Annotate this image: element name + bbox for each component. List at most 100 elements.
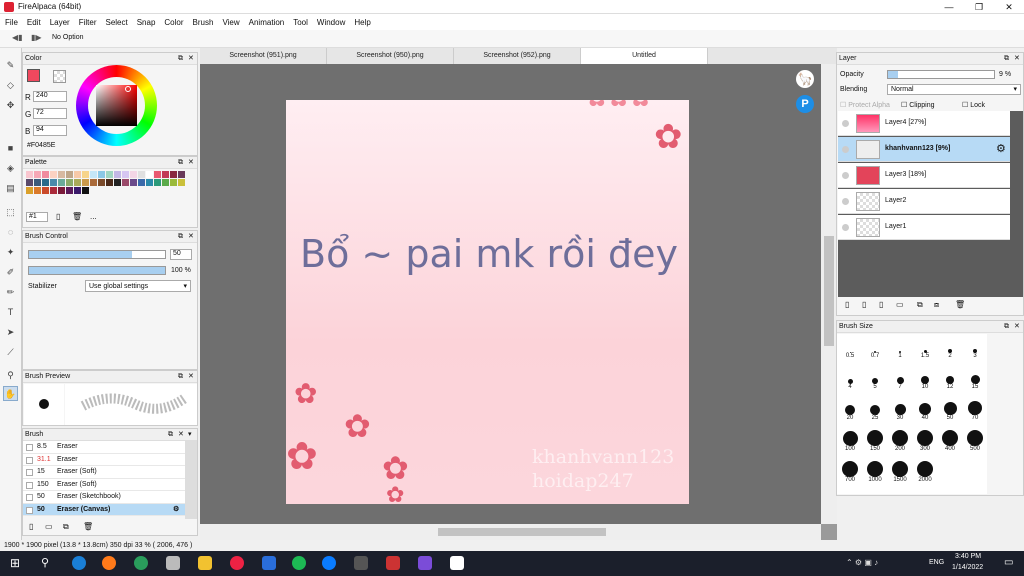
palette-swatch[interactable] [106, 171, 113, 178]
palette-swatch[interactable] [98, 171, 105, 178]
r-input[interactable]: 240 [33, 91, 67, 102]
layer-opacity-slider[interactable] [887, 70, 995, 79]
palette-swatch[interactable] [50, 179, 57, 186]
dropper-tool-icon[interactable]: ⚲ [3, 368, 18, 383]
chrome-icon[interactable] [230, 556, 244, 570]
brush-size-option[interactable]: 5 [863, 368, 887, 390]
brush-size-option[interactable]: 400 [938, 430, 962, 452]
palette-swatch[interactable] [82, 179, 89, 186]
delete-palette-icon[interactable]: 🗑 [72, 212, 82, 221]
brush-size-option[interactable]: 2000 [913, 461, 937, 483]
visibility-icon[interactable] [842, 120, 849, 127]
layer-row[interactable]: Layer4 [27%] [838, 111, 1010, 136]
palette-swatch[interactable] [130, 179, 137, 186]
app-icon[interactable] [418, 556, 432, 570]
gradient-tool-icon[interactable]: ▤ [3, 181, 18, 196]
folder-icon[interactable]: ▭ [896, 300, 904, 309]
palette-swatch[interactable] [114, 171, 121, 178]
panel-pin-icon[interactable]: ⧉ [178, 53, 183, 65]
search-icon[interactable]: ⚲ [38, 556, 52, 570]
brush-opacity-slider[interactable] [28, 266, 166, 275]
panel-close-icon[interactable]: ✕ [188, 371, 194, 383]
palette-swatch[interactable] [154, 171, 161, 178]
visibility-icon[interactable] [842, 224, 849, 231]
palette-swatch[interactable] [122, 179, 129, 186]
b-input[interactable]: 94 [33, 125, 67, 136]
palette-swatch[interactable] [98, 179, 105, 186]
layer-row[interactable]: Layer1 [838, 215, 1010, 240]
eyedropper-tool-icon[interactable]: ⟋ [3, 345, 18, 360]
menu-view[interactable]: View [222, 18, 239, 27]
layer-row[interactable]: Layer2 [838, 189, 1010, 214]
pen-tool-icon[interactable]: ✎ [3, 58, 18, 73]
prev-frame-icon[interactable]: ◀▮ [12, 33, 23, 42]
operation-tool-icon[interactable]: ➤ [3, 325, 18, 340]
palette-swatch[interactable] [138, 171, 145, 178]
saturation-square[interactable] [96, 85, 137, 126]
palette-swatch[interactable] [74, 171, 81, 178]
zalo-icon[interactable] [322, 556, 336, 570]
select-eraser-tool-icon[interactable]: ✏ [3, 285, 18, 300]
palette-swatch[interactable] [162, 179, 169, 186]
brush-size-option[interactable]: 0.7 [863, 337, 887, 359]
alpaca-mascot-icon[interactable]: 🦙 [796, 70, 814, 88]
palette-swatch[interactable] [82, 187, 89, 194]
minimize-button[interactable]: — [934, 0, 964, 14]
duplicate-layer-icon[interactable]: ⧉ [917, 300, 923, 310]
brush-size-option[interactable]: 70 [963, 399, 987, 421]
panel-pin-icon[interactable]: ⧉ [178, 157, 183, 169]
clipping-checkbox[interactable]: ☐ Clipping [901, 101, 935, 109]
bucket-tool-icon[interactable]: ◈ [3, 161, 18, 176]
brush-size-option[interactable]: 50 [938, 399, 962, 421]
text-tool-icon[interactable]: T [3, 305, 18, 320]
brush-size-option[interactable]: 0.5 [838, 337, 862, 359]
secondary-color-swatch[interactable] [53, 70, 66, 83]
next-frame-icon[interactable]: ▮▶ [31, 33, 42, 42]
new-8bit-layer-icon[interactable]: ▯ [862, 300, 866, 309]
palette-swatch[interactable] [122, 171, 129, 178]
horizontal-scrollbar[interactable] [200, 524, 821, 540]
menu-select[interactable]: Select [105, 18, 127, 27]
brush-size-option[interactable]: 20 [838, 399, 862, 421]
app-icon[interactable] [354, 556, 368, 570]
windows-start-icon[interactable]: ⊞ [8, 556, 22, 570]
menu-color[interactable]: Color [164, 18, 183, 27]
layer-row-selected[interactable]: khanhvann123 [9%] ⚙ [838, 137, 1010, 162]
tab-screenshot-951[interactable]: Screenshot (951).png [200, 48, 327, 64]
select-tool-icon[interactable]: ⬚ [3, 205, 18, 220]
palette-swatch[interactable] [106, 179, 113, 186]
vertical-scrollbar[interactable] [821, 64, 837, 524]
palette-swatch[interactable] [74, 179, 81, 186]
menu-file[interactable]: File [5, 18, 18, 27]
brush-size-input[interactable]: 50 [170, 249, 192, 260]
palette-swatch[interactable] [58, 179, 65, 186]
new-layer-icon[interactable]: ▯ [845, 300, 849, 309]
palette-swatch[interactable] [90, 179, 97, 186]
folder-icon[interactable]: ▭ [45, 522, 53, 531]
panel-close-icon[interactable]: ✕ [188, 231, 194, 243]
palette-swatch[interactable] [26, 179, 33, 186]
layer-row[interactable]: Layer3 [18%] [838, 163, 1010, 188]
menu-tool[interactable]: Tool [293, 18, 308, 27]
brush-size-option[interactable]: 2 [938, 337, 962, 359]
gear-icon[interactable]: ⚙ [996, 142, 1006, 155]
palette-swatch[interactable] [138, 179, 145, 186]
palette-swatch[interactable] [26, 187, 33, 194]
primary-color-swatch[interactable] [27, 69, 40, 82]
app-icon[interactable] [386, 556, 400, 570]
file-explorer-icon[interactable] [198, 556, 212, 570]
palette-swatch[interactable] [66, 179, 73, 186]
brush-size-option[interactable]: 1000 [863, 461, 887, 483]
palette-swatch[interactable] [26, 171, 33, 178]
panel-pin-icon[interactable]: ⧉ [1004, 321, 1009, 333]
brush-size-option[interactable]: 3 [963, 337, 987, 359]
brush-size-option[interactable]: 700 [838, 461, 862, 483]
palette-swatch[interactable] [42, 179, 49, 186]
stabilizer-select[interactable]: Use global settings ▾ [85, 280, 191, 292]
new-1bit-layer-icon[interactable]: ▯ [879, 300, 883, 309]
brush-size-option[interactable]: 25 [863, 399, 887, 421]
brush-item[interactable]: 15 Eraser (Soft) [23, 466, 185, 479]
palette-swatch[interactable] [74, 187, 81, 194]
brush-size-option[interactable]: 500 [963, 430, 987, 452]
close-button[interactable]: ✕ [994, 0, 1024, 14]
